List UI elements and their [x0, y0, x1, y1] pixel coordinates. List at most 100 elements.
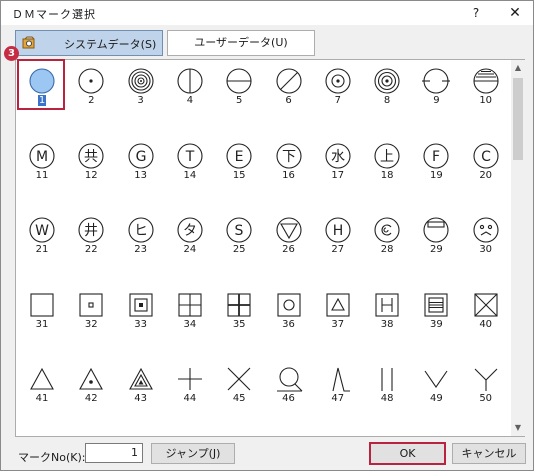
mark-cell-3[interactable]: 3 [116, 61, 166, 111]
mark-number: 38 [380, 318, 394, 330]
mark-cell-40[interactable]: 40 [461, 285, 511, 335]
circle-letter-icon: 共 [78, 142, 104, 169]
mark-number: 27 [331, 244, 345, 255]
mark-number: 15 [232, 169, 246, 181]
tab-system-data[interactable]: システムデータ(S) [15, 30, 163, 56]
mark-cell-31[interactable]: 31 [17, 285, 67, 335]
circle-vertical-line-icon [177, 68, 203, 94]
svg-text:E: E [235, 149, 244, 165]
markno-label: マークNo(K): [18, 451, 86, 464]
mark-number: 14 [183, 169, 197, 181]
mark-cell-20[interactable]: C 20 [461, 136, 511, 186]
triangle-nested-icon [128, 367, 153, 390]
mark-cell-5[interactable]: 5 [214, 61, 264, 111]
tab-user-data[interactable]: ユーザーデータ(U) [167, 30, 315, 56]
circle-letter-icon: T [177, 142, 203, 169]
mark-cell-27[interactable]: H 27 [313, 210, 363, 260]
mark-number: 24 [183, 244, 197, 255]
mark-cell-33[interactable]: 33 [116, 285, 166, 335]
mark-cell-38[interactable]: 38 [362, 285, 412, 335]
mark-cell-44[interactable]: 44 [165, 359, 215, 409]
close-button[interactable]: ✕ [497, 1, 533, 25]
circle-letter-icon: タ [177, 217, 203, 243]
scroll-thumb[interactable] [513, 78, 523, 160]
svg-text:W: W [35, 223, 49, 239]
mark-cell-30[interactable]: 30 [461, 210, 511, 260]
circle-letter-icon: C [473, 142, 499, 169]
mark-cell-34[interactable]: 34 [165, 285, 215, 335]
mark-cell-28[interactable]: 28 [362, 210, 412, 260]
square-dot-icon [79, 292, 103, 317]
mark-cell-24[interactable]: タ 24 [165, 210, 215, 260]
mark-number: 17 [331, 169, 345, 181]
ok-button[interactable]: OK [369, 442, 446, 465]
mark-number: 22 [84, 244, 98, 255]
mark-cell-16[interactable]: 下 16 [264, 136, 314, 186]
mark-cell-47[interactable]: 47 [313, 359, 363, 409]
circle-diagonal-line-icon [275, 68, 302, 94]
mark-number: 31 [35, 318, 49, 330]
mark-cell-25[interactable]: S 25 [214, 210, 264, 260]
mark-cell-26[interactable]: 26 [264, 210, 314, 260]
mark-number: 29 [430, 244, 443, 255]
mark-number: 43 [134, 393, 147, 404]
mark-cell-9[interactable]: 9 [411, 61, 461, 111]
mark-cell-23[interactable]: ヒ 23 [116, 210, 166, 260]
mark-cell-18[interactable]: 上 18 [362, 136, 412, 186]
mark-number: 3 [137, 95, 144, 106]
mark-number: 18 [380, 169, 394, 181]
mark-cell-19[interactable]: F 19 [411, 136, 461, 186]
circle-face-icon [473, 217, 499, 243]
scroll-down-icon[interactable]: ▼ [511, 420, 525, 436]
mark-cell-43[interactable]: 43 [116, 359, 166, 409]
mark-number: 28 [380, 244, 394, 255]
scroll-up-icon[interactable]: ▲ [511, 60, 525, 76]
square-nested-icon [129, 292, 153, 317]
mark-cell-7[interactable]: 7 [313, 61, 363, 111]
mark-cell-8[interactable]: 8 [362, 61, 412, 111]
circle-letter-icon: W [29, 217, 55, 243]
mark-number: 49 [430, 393, 443, 404]
mark-cell-12[interactable]: 共 12 [66, 136, 116, 186]
mark-cell-42[interactable]: 42 [66, 359, 116, 409]
triangle-dot-icon [79, 367, 104, 390]
cancel-button[interactable]: キャンセル [452, 443, 526, 464]
mark-cell-49[interactable]: 49 [411, 359, 461, 409]
mark-cell-37[interactable]: 37 [313, 285, 363, 335]
mark-cell-14[interactable]: T 14 [165, 136, 215, 186]
mark-cell-4[interactable]: 4 [165, 61, 215, 111]
mark-cell-17[interactable]: 水 17 [313, 136, 363, 186]
circle-tail-icon [276, 367, 302, 392]
mark-cell-11[interactable]: M 11 [17, 136, 67, 186]
mark-cell-45[interactable]: 45 [214, 359, 264, 409]
jump-button[interactable]: ジャンプ(J) [151, 443, 235, 464]
step-badge: 3 [4, 46, 19, 61]
mark-number: 23 [134, 244, 147, 255]
help-button[interactable]: ? [456, 1, 496, 25]
vertical-scrollbar[interactable]: ▲ ▼ [511, 60, 525, 436]
mark-cell-15[interactable]: E 15 [214, 136, 264, 186]
mark-cell-22[interactable]: 井 22 [66, 210, 116, 260]
mark-cell-46[interactable]: 46 [264, 359, 314, 409]
svg-text:上: 上 [380, 149, 394, 165]
mark-cell-13[interactable]: G 13 [116, 136, 166, 186]
svg-text:タ: タ [183, 223, 197, 239]
mark-cell-10[interactable]: 10 [461, 61, 511, 111]
mark-cell-2[interactable]: 2 [66, 61, 116, 111]
mark-cell-41[interactable]: 41 [17, 359, 67, 409]
concentric-circles-icon [128, 68, 154, 94]
mark-cell-48[interactable]: 48 [362, 359, 412, 409]
circle-hatched-top-icon [473, 68, 499, 94]
mark-cell-32[interactable]: 32 [66, 285, 116, 335]
markno-input[interactable]: 1 [85, 443, 143, 463]
mark-cell-50[interactable]: 50 [461, 359, 511, 409]
mark-number: 26 [282, 244, 295, 255]
mark-number: 35 [232, 318, 246, 330]
mark-cell-21[interactable]: W 21 [17, 210, 67, 260]
mark-cell-39[interactable]: 39 [411, 285, 461, 335]
mark-cell-6[interactable]: 6 [264, 61, 314, 111]
mark-number: 41 [35, 393, 49, 404]
mark-cell-36[interactable]: 36 [264, 285, 314, 335]
mark-cell-35[interactable]: 35 [214, 285, 264, 335]
mark-cell-29[interactable]: 29 [411, 210, 461, 260]
